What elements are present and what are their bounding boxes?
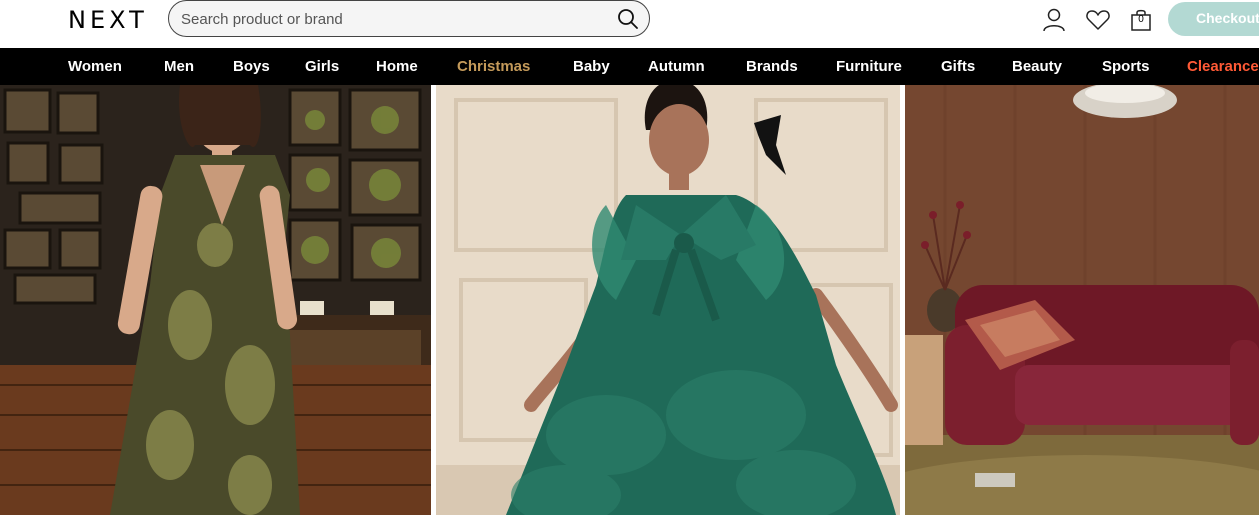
bag-button[interactable]: 0 — [1129, 7, 1155, 33]
sofa-room-image — [905, 85, 1259, 515]
nav-item-brands[interactable]: Brands — [746, 58, 798, 75]
nav-item-furniture[interactable]: Furniture — [836, 58, 902, 75]
nav-item-home[interactable]: Home — [376, 58, 418, 75]
nav-item-baby[interactable]: Baby — [573, 58, 610, 75]
nav-item-girls[interactable]: Girls — [305, 58, 339, 75]
heart-icon[interactable] — [1085, 7, 1111, 33]
bag-count-badge: 0 — [1138, 14, 1144, 25]
nav-item-gifts[interactable]: Gifts — [941, 58, 975, 75]
nav-item-autumn[interactable]: Autumn — [648, 58, 705, 75]
site-logo[interactable]: NEXT — [68, 6, 148, 34]
nav-item-beauty[interactable]: Beauty — [1012, 58, 1062, 75]
hero-tiles — [0, 85, 1259, 515]
nav-item-clearance[interactable]: Clearance — [1187, 58, 1259, 75]
search-icon[interactable] — [617, 8, 639, 30]
nav-item-boys[interactable]: Boys — [233, 58, 270, 75]
site-header: NEXT 0 Checkout — [0, 0, 1259, 48]
women-dress-promo-tile[interactable] — [0, 85, 431, 515]
girls-party-dress-promo-tile[interactable] — [436, 85, 900, 515]
nav-item-men[interactable]: Men — [164, 58, 194, 75]
account-icon[interactable] — [1041, 7, 1067, 33]
nav-item-women[interactable]: Women — [68, 58, 122, 75]
girls-dress-image — [436, 85, 900, 515]
search-bar[interactable] — [168, 0, 650, 37]
main-nav: Women Men Boys Girls Home Christmas Baby… — [0, 48, 1259, 85]
women-dress-image — [0, 85, 431, 515]
checkout-button[interactable]: Checkout — [1168, 2, 1259, 36]
nav-item-sports[interactable]: Sports — [1102, 58, 1150, 75]
home-sofa-promo-tile[interactable] — [905, 85, 1259, 515]
search-input[interactable] — [181, 9, 601, 29]
nav-item-christmas[interactable]: Christmas — [457, 58, 530, 75]
